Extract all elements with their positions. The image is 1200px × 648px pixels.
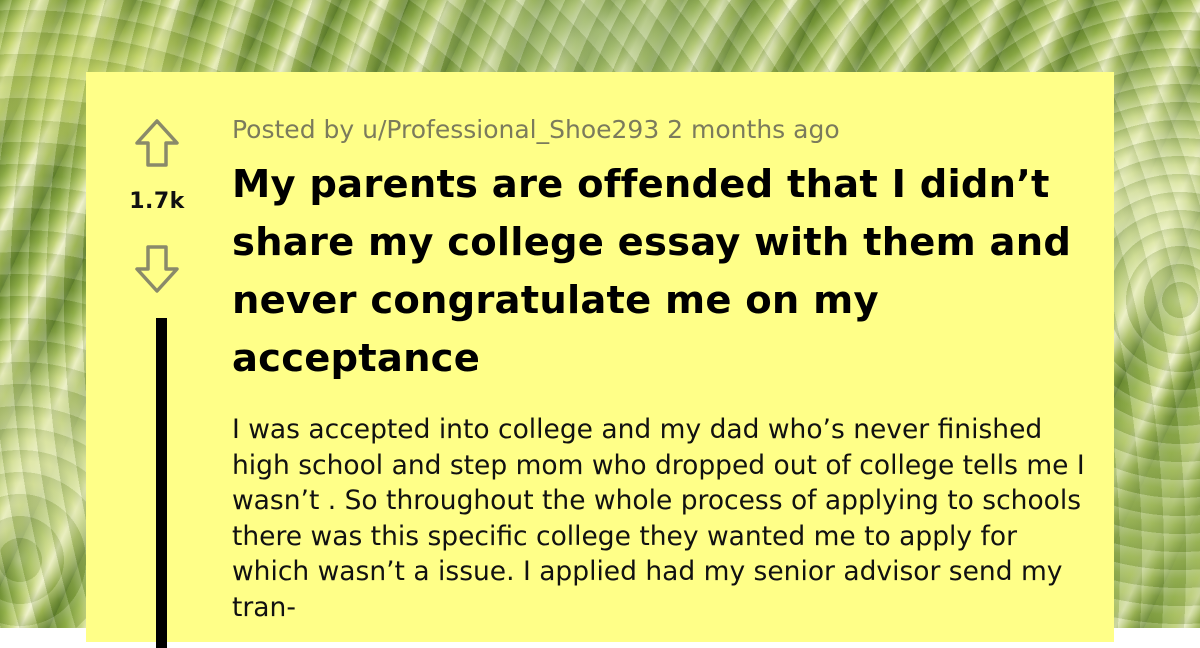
post-meta[interactable]: Posted by u/Professional_Shoe293 2 month… xyxy=(232,112,1092,148)
post-body: I was accepted into college and my dad w… xyxy=(232,414,1085,623)
post-title[interactable]: My parents are offended that I didn’t sh… xyxy=(232,156,1092,388)
thread-line[interactable] xyxy=(156,318,167,648)
vote-score: 1.7k xyxy=(129,189,185,214)
downvote-arrow-icon[interactable] xyxy=(134,244,180,294)
post-card: 1.7k Posted by u/Professional_Shoe293 2 … xyxy=(86,72,1114,648)
upvote-arrow-icon[interactable] xyxy=(134,118,180,168)
vote-column: 1.7k xyxy=(86,72,228,648)
post-content: Posted by u/Professional_Shoe293 2 month… xyxy=(232,112,1092,625)
